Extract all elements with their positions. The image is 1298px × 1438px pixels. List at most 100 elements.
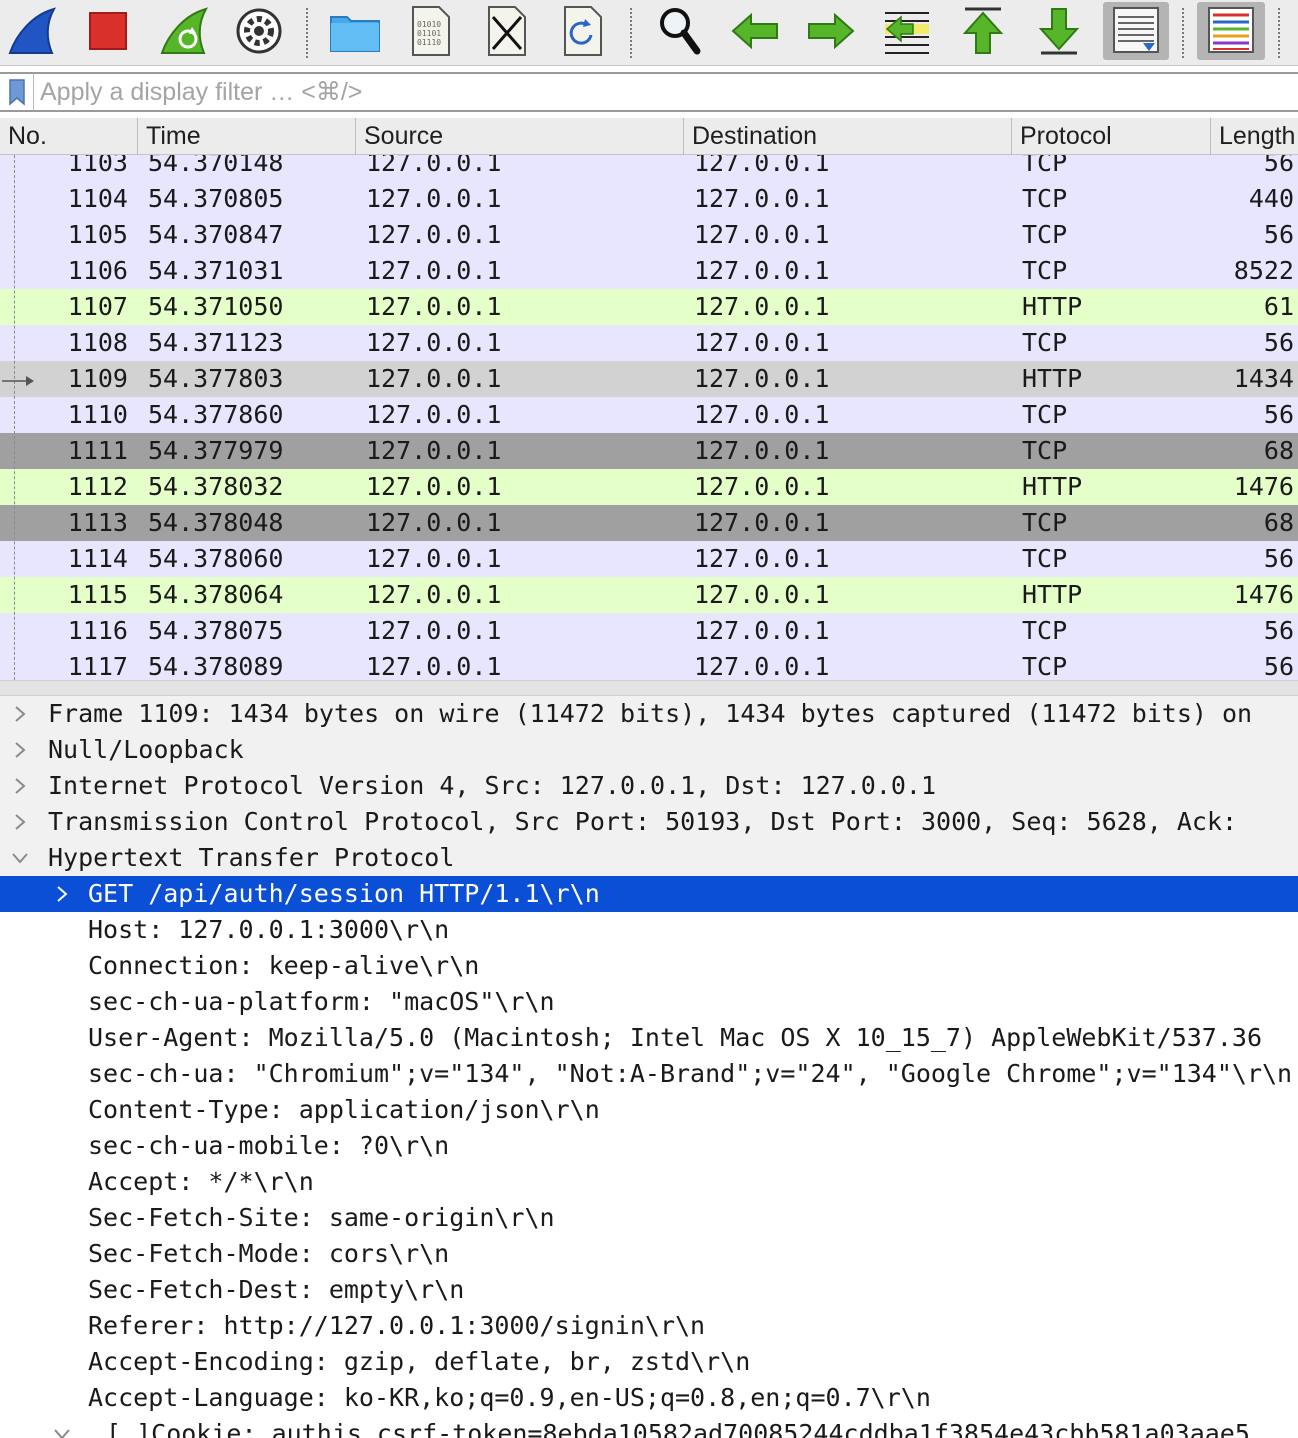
packet-no-cell: 1117 xyxy=(67,652,128,680)
tree-item-label: Accept-Encoding: gzip, deflate, br, zstd… xyxy=(88,1347,751,1376)
tree-item-label: Content-Type: application/json\r\n xyxy=(88,1095,600,1124)
go-forward-button[interactable] xyxy=(803,2,859,60)
protocol-field-item[interactable]: Accept-Encoding: gzip, deflate, br, zstd… xyxy=(0,1344,1298,1380)
packet-destination-cell: 127.0.0.1 xyxy=(694,292,830,321)
packet-row[interactable]: 1104 54.370805 127.0.0.1 127.0.0.1 TCP 440 xyxy=(0,181,1298,217)
chevron-down-icon[interactable] xyxy=(10,840,30,876)
protocol-tree-item[interactable]: Transmission Control Protocol, Src Port:… xyxy=(0,804,1298,840)
capture-options-button[interactable] xyxy=(231,2,287,60)
packet-length-cell: 56 xyxy=(1263,400,1294,429)
go-to-packet-button[interactable] xyxy=(879,2,935,60)
chevron-right-icon[interactable] xyxy=(52,876,72,912)
autoscroll-button[interactable] xyxy=(1103,2,1169,60)
packet-source-cell: 127.0.0.1 xyxy=(366,292,502,321)
open-file-button[interactable] xyxy=(327,2,383,60)
packet-protocol-cell: HTTP xyxy=(1022,292,1083,321)
close-file-icon xyxy=(488,6,526,56)
column-header-protocol[interactable]: Protocol xyxy=(1011,118,1210,155)
packet-row[interactable]: 1111 54.377979 127.0.0.1 127.0.0.1 TCP 68 xyxy=(0,433,1298,469)
protocol-field-item[interactable]: Content-Type: application/json\r\n xyxy=(0,1092,1298,1128)
filter-bookmark-button[interactable] xyxy=(0,74,34,110)
protocol-field-item[interactable]: Sec-Fetch-Site: same-origin\r\n xyxy=(0,1200,1298,1236)
protocol-field-item[interactable]: sec-ch-ua-mobile: ?0\r\n xyxy=(0,1128,1298,1164)
protocol-tree-item[interactable]: Internet Protocol Version 4, Src: 127.0.… xyxy=(0,768,1298,804)
packet-time-cell: 54.378089 xyxy=(148,652,284,680)
protocol-field-item[interactable]: sec-ch-ua: "Chromium";v="134", "Not:A-Br… xyxy=(0,1056,1298,1092)
chevron-right-icon[interactable] xyxy=(10,768,30,804)
colorize-button[interactable] xyxy=(1197,2,1265,60)
packet-list[interactable]: 1103 54.370148 127.0.0.1 127.0.0.1 TCP 56 1104… xyxy=(0,155,1298,680)
last-packet-button[interactable] xyxy=(1031,2,1087,60)
packet-row[interactable]: 1107 54.371050 127.0.0.1 127.0.0.1 HTTP 61 xyxy=(0,289,1298,325)
first-packet-button[interactable] xyxy=(955,2,1011,60)
chevron-down-icon[interactable] xyxy=(52,1416,72,1438)
protocol-field-item[interactable]: […]Cookie: authjs.csrf-token=8ebda10582a… xyxy=(0,1416,1298,1438)
restart-capture-button[interactable] xyxy=(156,2,212,60)
column-header-no[interactable]: No. xyxy=(0,118,136,155)
arrow-left-icon xyxy=(731,12,778,50)
toolbar-separator xyxy=(306,8,308,58)
packet-time-cell: 54.377803 xyxy=(148,364,284,393)
protocol-field-item[interactable]: GET /api/auth/session HTTP/1.1\r\n xyxy=(0,876,1298,912)
packet-row[interactable]: 1106 54.371031 127.0.0.1 127.0.0.1 TCP 8522 xyxy=(0,253,1298,289)
protocol-tree-item[interactable]: Frame 1109: 1434 bytes on wire (11472 bi… xyxy=(0,696,1298,732)
packet-row[interactable]: 1114 54.378060 127.0.0.1 127.0.0.1 TCP 56 xyxy=(0,541,1298,577)
protocol-field-item[interactable]: Host: 127.0.0.1:3000\r\n xyxy=(0,912,1298,948)
column-header-destination[interactable]: Destination xyxy=(683,118,1011,155)
protocol-field-item[interactable]: User-Agent: Mozilla/5.0 (Macintosh; Inte… xyxy=(0,1020,1298,1056)
find-packet-button[interactable] xyxy=(651,2,707,60)
protocol-tree-item[interactable]: Null/Loopback xyxy=(0,732,1298,768)
protocol-field-item[interactable]: Accept: */*\r\n xyxy=(0,1164,1298,1200)
stop-capture-button[interactable] xyxy=(80,2,136,60)
packet-time-cell: 54.370847 xyxy=(148,220,284,249)
save-file-button[interactable]: 01010 01101 01110 xyxy=(403,2,459,60)
packet-time-cell: 54.378032 xyxy=(148,472,284,501)
close-file-button[interactable] xyxy=(479,2,535,60)
chevron-right-icon[interactable] xyxy=(10,732,30,768)
protocol-field-item[interactable]: Referer: http://127.0.0.1:3000/signin\r\… xyxy=(0,1308,1298,1344)
packet-protocol-cell: TCP xyxy=(1022,184,1068,213)
packet-row[interactable]: 1108 54.371123 127.0.0.1 127.0.0.1 TCP 56 xyxy=(0,325,1298,361)
protocol-tree-item[interactable]: Hypertext Transfer Protocol xyxy=(0,840,1298,876)
column-header-time[interactable]: Time xyxy=(137,118,355,155)
packet-row[interactable]: 1116 54.378075 127.0.0.1 127.0.0.1 TCP 56 xyxy=(0,613,1298,649)
packet-length-cell: 1476 xyxy=(1233,580,1294,609)
packet-row[interactable]: 1110 54.377860 127.0.0.1 127.0.0.1 TCP 56 xyxy=(0,397,1298,433)
protocol-field-item[interactable]: Sec-Fetch-Dest: empty\r\n xyxy=(0,1272,1298,1308)
tree-item-label: Transmission Control Protocol, Src Port:… xyxy=(48,807,1238,836)
packet-row[interactable]: 1117 54.378089 127.0.0.1 127.0.0.1 TCP 56 xyxy=(0,649,1298,680)
display-filter-input[interactable] xyxy=(40,76,1290,108)
protocol-field-item[interactable]: Sec-Fetch-Mode: cors\r\n xyxy=(0,1236,1298,1272)
packet-row[interactable]: 1115 54.378064 127.0.0.1 127.0.0.1 HTTP 1476 xyxy=(0,577,1298,613)
packet-row[interactable]: 1113 54.378048 127.0.0.1 127.0.0.1 TCP 68 xyxy=(0,505,1298,541)
packet-row[interactable]: 1109 54.377803 127.0.0.1 127.0.0.1 HTTP 1434 xyxy=(0,361,1298,397)
packet-destination-cell: 127.0.0.1 xyxy=(694,328,830,357)
binary-file-icon: 010100110101110 xyxy=(412,6,450,56)
packet-row[interactable]: 1103 54.370148 127.0.0.1 127.0.0.1 TCP 56 xyxy=(0,155,1298,181)
tree-item-label: Accept: */*\r\n xyxy=(88,1167,314,1196)
column-header-source[interactable]: Source xyxy=(355,118,683,155)
packet-details-tree[interactable]: Frame 1109: 1434 bytes on wire (11472 bi… xyxy=(0,696,1298,1438)
protocol-field-item[interactable]: sec-ch-ua-platform: "macOS"\r\n xyxy=(0,984,1298,1020)
packet-row[interactable]: 1112 54.378032 127.0.0.1 127.0.0.1 HTTP 1476 xyxy=(0,469,1298,505)
column-header-length[interactable]: Length xyxy=(1210,118,1298,155)
reload-file-button[interactable] xyxy=(555,2,611,60)
packet-protocol-cell: TCP xyxy=(1022,400,1068,429)
protocol-field-item[interactable]: Accept-Language: ko-KR,ko;q=0.9,en-US;q=… xyxy=(0,1380,1298,1416)
packet-protocol-cell: TCP xyxy=(1022,328,1068,357)
packet-length-cell: 68 xyxy=(1263,436,1294,465)
tree-item-label: Accept-Language: ko-KR,ko;q=0.9,en-US;q=… xyxy=(88,1383,931,1412)
tree-item-label: Host: 127.0.0.1:3000\r\n xyxy=(88,915,450,944)
packet-source-cell: 127.0.0.1 xyxy=(366,184,502,213)
start-capture-button[interactable] xyxy=(4,2,60,60)
toolbar-separator xyxy=(1278,8,1280,58)
packet-no-cell: 1110 xyxy=(67,400,128,429)
chevron-right-icon[interactable] xyxy=(10,804,30,840)
packet-row[interactable]: 1105 54.370847 127.0.0.1 127.0.0.1 TCP 56 xyxy=(0,217,1298,253)
protocol-field-item[interactable]: Connection: keep-alive\r\n xyxy=(0,948,1298,984)
packet-source-cell: 127.0.0.1 xyxy=(366,472,502,501)
packet-list-horizontal-scrollbar[interactable] xyxy=(0,680,1298,696)
chevron-right-icon[interactable] xyxy=(10,696,30,732)
go-back-button[interactable] xyxy=(727,2,783,60)
packet-time-cell: 54.378048 xyxy=(148,508,284,537)
